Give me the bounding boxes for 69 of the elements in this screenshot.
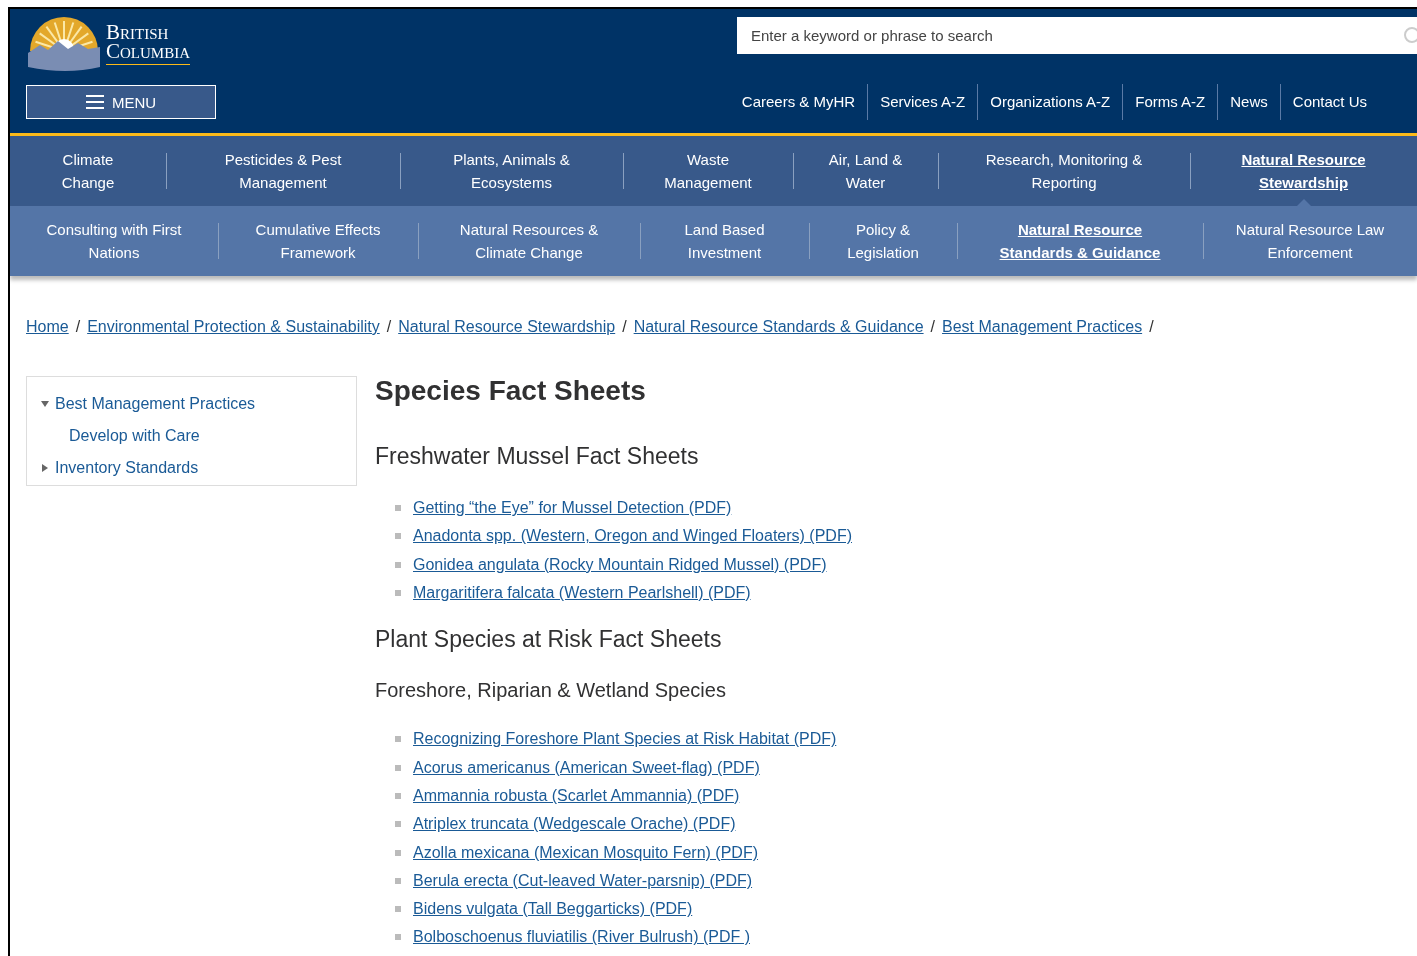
breadcrumb-link[interactable]: Home [26,318,69,336]
utility-link[interactable]: Forms A-Z [1122,84,1218,120]
subnav-link[interactable]: Natural Resources & Climate Change [446,218,612,264]
caret-right-icon[interactable] [41,464,49,472]
bullet-icon [395,533,401,540]
caret-down-icon[interactable] [41,400,49,408]
breadcrumb-separator: / [385,318,393,336]
subnav-link[interactable]: Natural Resource Standards & Guidance [985,218,1175,264]
pdf-link[interactable]: Bolboschoenus fluviatilis (River Bulrush) (PDF ) [413,928,750,947]
nav-link[interactable]: Research, Monitoring & Reporting [966,148,1162,194]
pdf-link[interactable]: Margaritifera falcata (Western Pearlshell) (PDF) [413,584,751,603]
breadcrumb-link[interactable]: Environmental Protection & Sustainability [87,318,380,336]
subnav-link[interactable]: Consulting with First Nations [38,218,190,264]
section-heading: Freshwater Mussel Fact Sheets [375,442,700,470]
pdf-link[interactable]: Getting “the Eye” for Mussel Detection (PDF) [413,499,732,518]
nav-link[interactable]: Waste Management [651,148,765,194]
sunrise-mountain-icon [26,17,102,71]
bullet-icon [395,792,401,799]
sidebar-link[interactable]: Develop with Care [69,427,200,445]
logo-text: British [106,23,170,42]
breadcrumb-separator: / [621,318,628,336]
bullet-icon [395,821,401,828]
bullet-icon [395,877,401,884]
breadcrumb-link[interactable]: Best Management Practices [942,318,1143,336]
sidebar-link[interactable]: Best Management Practices [55,395,256,413]
utility-link[interactable]: Services A-Z [867,84,978,120]
logo[interactable]: British Columbia [26,17,216,71]
pdf-link[interactable]: Recognizing Foreshore Plant Species at Risk Habitat (PDF) [413,730,837,749]
pdf-link[interactable]: Gonidea angulata (Rocky Mountain Ridged Mussel) (PDF) [413,555,827,574]
bullet-icon [395,736,401,743]
page-title: Species Fact Sheets [375,376,647,406]
breadcrumb-separator: / [929,318,937,336]
pdf-link[interactable]: Atriplex truncata (Wedgescale Orache) (PDF) [413,815,736,834]
pdf-link[interactable]: Bidens vulgata (Tall Beggarticks) (PDF) [413,900,693,919]
sidebar-link[interactable]: Inventory Standards [55,459,199,477]
pdf-link[interactable]: Ammannia robusta (Scarlet Ammannia) (PDF) [413,786,740,805]
subnav-link[interactable]: Natural Resource Law Enforcement [1231,218,1389,264]
nav-link[interactable]: Air, Land & Water [821,148,910,194]
subnav-link[interactable]: Land Based Investment [668,218,781,264]
breadcrumb-separator: / [1148,318,1155,336]
pdf-link[interactable]: Berula erecta (Cut-leaved Water-parsnip) (PDF) [413,871,753,890]
logo-text: Columbia [106,42,190,61]
menu-icon [85,95,104,109]
nav-link[interactable]: Plants, Animals & Ecosystems [428,148,595,194]
subnav-link[interactable]: Cumulative Effects Framework [246,218,390,264]
breadcrumb-separator: / [74,318,82,336]
utility-link[interactable]: Organizations A-Z [977,84,1123,120]
pdf-link[interactable]: Anadonta spp. (Western, Oregon and Winged Floaters) (PDF) [413,527,852,546]
bullet-icon [395,590,401,597]
nav-link[interactable]: Climate Change [38,148,138,194]
bullet-icon [395,906,401,913]
pdf-link[interactable]: Acorus americanus (American Sweet-flag) (PDF) [413,758,760,777]
breadcrumb-link[interactable]: Natural Resource Stewardship [398,318,616,336]
bullet-icon [395,505,401,512]
breadcrumb-link[interactable]: Natural Resource Standards & Guidance [633,318,924,336]
bullet-icon [395,764,401,771]
bullet-icon [395,934,401,941]
pdf-link[interactable]: Azolla mexicana (Mexican Mosquito Fern) (PDF) [413,843,758,862]
bullet-icon [395,849,401,856]
utility-link[interactable]: Careers & MyHR [729,84,868,120]
bullet-icon [395,561,401,568]
utility-link[interactable]: News [1217,84,1280,120]
section-heading: Plant Species at Risk Fact Sheets [375,625,723,654]
utility-link[interactable]: Contact Us [1279,84,1379,120]
nav-link[interactable]: Pesticides & Pest Management [194,148,372,194]
subnav-link[interactable]: Policy & Legislation [837,218,929,264]
subsection-heading: Foreshore, Riparian & Wetland Species [375,678,727,704]
menu-button[interactable]: MENU [26,85,216,119]
nav-link[interactable]: Natural Resource Stewardship [1218,148,1389,194]
